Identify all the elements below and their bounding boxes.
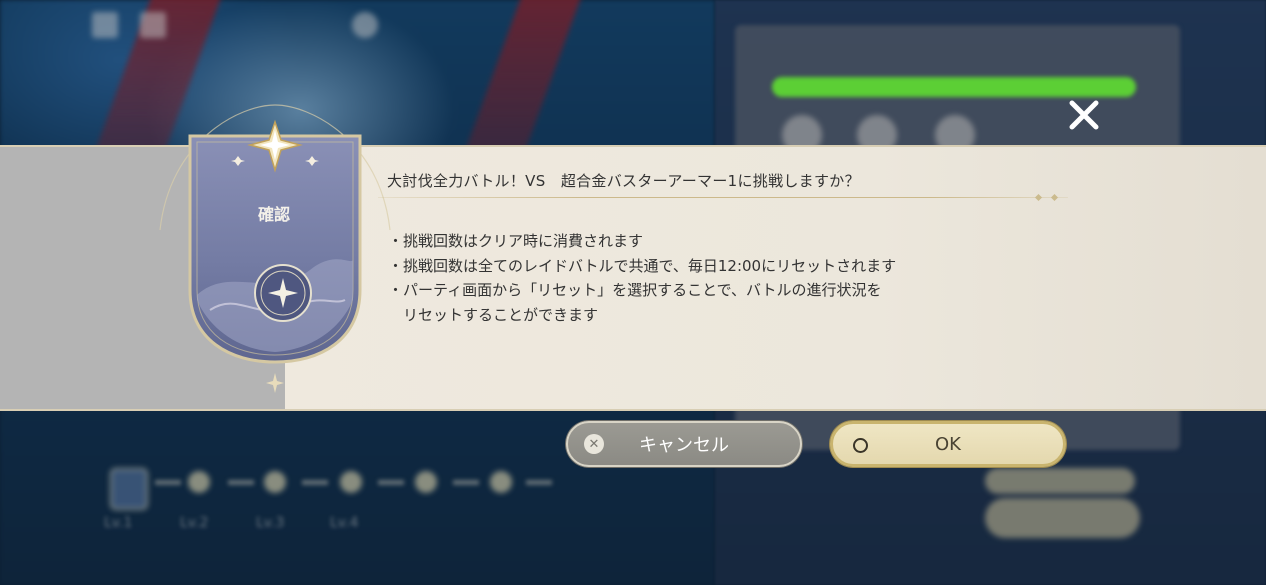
background-connector (453, 480, 479, 485)
ok-button[interactable]: OK (830, 421, 1066, 467)
background-pill-button (985, 468, 1135, 494)
background-level-node (188, 471, 210, 493)
cancel-button[interactable]: ✕ キャンセル (566, 421, 802, 467)
close-icon (1069, 100, 1099, 130)
background-connector (302, 480, 328, 485)
ok-button-label: OK (935, 433, 961, 455)
back-icon (92, 12, 118, 38)
background-level-node (490, 471, 512, 493)
dialog-body-line: ・挑戦回数は全てのレイドバトルで共通で、毎日12:00にリセットされます (388, 256, 897, 275)
background-level-node (264, 471, 286, 493)
star-emblem-icon (159, 104, 391, 393)
dialog-title: 大討伐全力バトル！VS 超合金バスターアーマー1に挑戦しますか？ (387, 172, 860, 190)
background-level-label: Lv.2 (180, 515, 209, 531)
dialog-body-line: リセットすることができます (388, 305, 599, 324)
close-button[interactable] (1062, 93, 1106, 137)
dialog-body-line: ・挑戦回数はクリア時に消費されます (388, 232, 644, 250)
dialog-header-label: 確認 (258, 205, 291, 224)
background-connector (378, 480, 404, 485)
background-level-node (110, 468, 148, 510)
background-connector (526, 480, 552, 485)
background-pill-button (985, 498, 1140, 538)
background-level-node (415, 471, 437, 493)
info-icon (352, 12, 378, 38)
background-connector (155, 480, 181, 485)
dialog-body: ・挑戦回数はクリア時に消費されます ・挑戦回数は全てのレイドバトルで共通で、毎日… (388, 229, 896, 327)
background-level-label: Lv.3 (256, 515, 285, 531)
x-circle-icon: ✕ (584, 434, 604, 454)
circle-icon (853, 438, 868, 453)
background-level-label: Lv.1 (104, 515, 133, 531)
dialog-body-line: ・パーティ画面から「リセット」を選択することで、バトルの進行状況を (388, 281, 882, 299)
background-level-node (340, 471, 362, 493)
background-level-label: Lv.4 (330, 515, 359, 531)
cancel-button-label: キャンセル (639, 435, 729, 456)
background-connector (228, 480, 254, 485)
title-divider (378, 197, 1068, 198)
menu-icon (140, 12, 166, 38)
